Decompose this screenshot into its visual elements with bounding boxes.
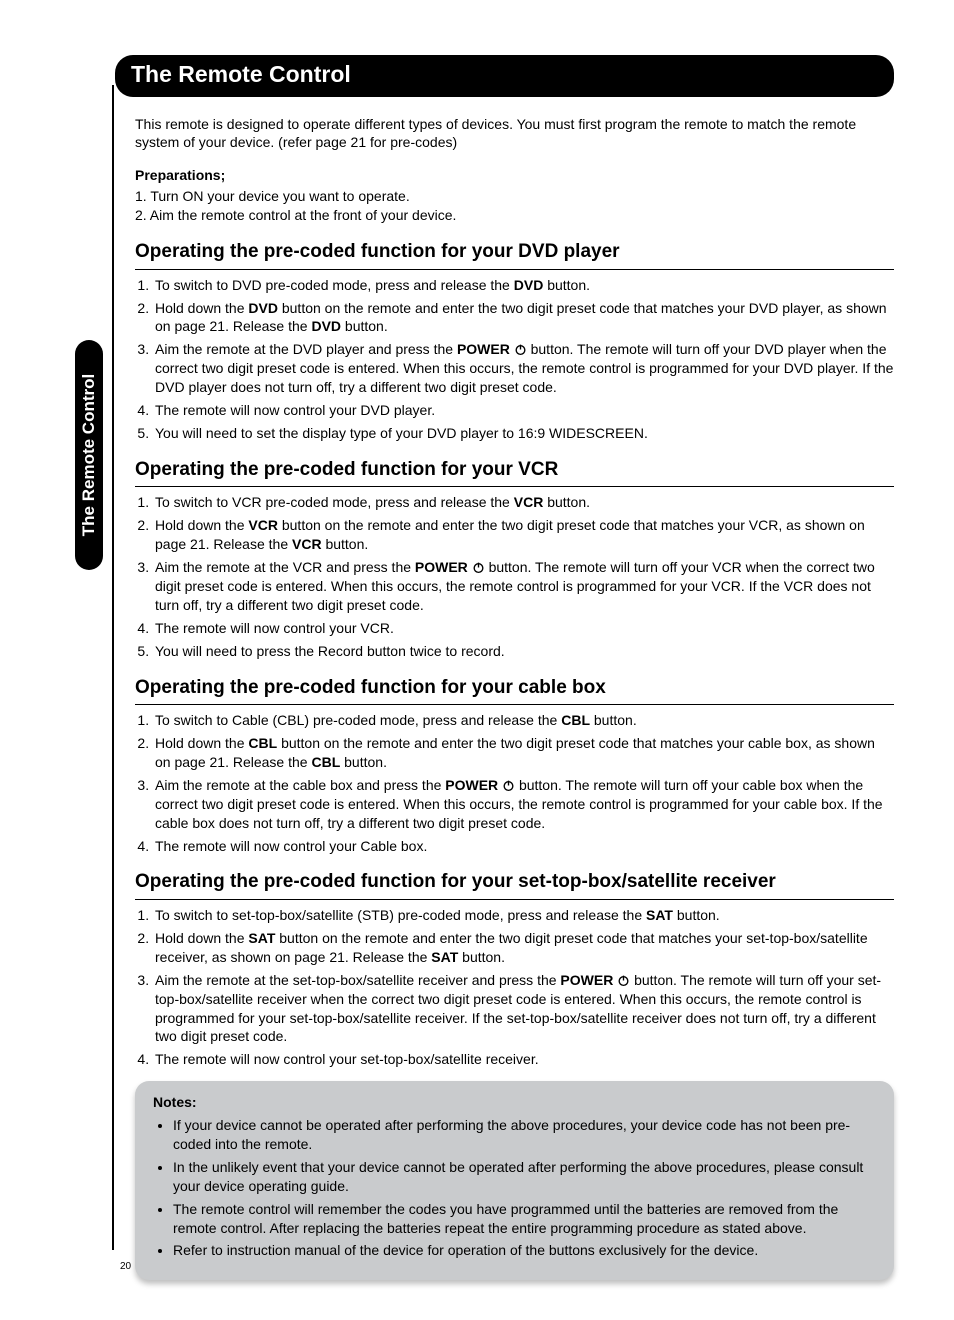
note-item: If your device cannot be operated after … [173,1116,876,1154]
note-item: Refer to instruction manual of the devic… [173,1241,876,1260]
dvd-steps: To switch to DVD pre-coded mode, press a… [135,276,894,443]
note-item: The remote control will remember the cod… [173,1200,876,1238]
step: To switch to Cable (CBL) pre-coded mode,… [153,711,894,730]
step: You will need to set the display type of… [153,424,894,443]
step: The remote will now control your Cable b… [153,837,894,856]
sat-steps: To switch to set-top-box/satellite (STB)… [135,906,894,1069]
step: Hold down the VCR button on the remote a… [153,516,894,554]
power-icon [617,974,630,987]
side-tab-label: The Remote Control [79,374,99,536]
power-icon [502,779,515,792]
step: To switch to VCR pre-coded mode, press a… [153,493,894,512]
step: Hold down the SAT button on the remote a… [153,929,894,967]
step: The remote will now control your set-top… [153,1050,894,1069]
manual-page: The Remote Control The Remote Control Th… [0,0,954,1320]
step: To switch to set-top-box/satellite (STB)… [153,906,894,925]
content-area: This remote is designed to operate diffe… [135,115,894,1281]
step: Aim the remote at the set-top-box/satell… [153,971,894,1047]
preparations-heading: Preparations; [135,166,894,185]
power-icon [514,343,527,356]
prep-item: 2. Aim the remote control at the front o… [135,206,894,225]
dvd-heading: Operating the pre-coded function for you… [135,239,894,270]
vcr-heading: Operating the pre-coded function for you… [135,457,894,488]
step: Aim the remote at the VCR and press the … [153,558,894,615]
prep-item: 1. Turn ON your device you want to opera… [135,187,894,206]
side-tab: The Remote Control [75,340,103,570]
step: The remote will now control your DVD pla… [153,401,894,420]
vertical-rule [112,85,114,1250]
step: The remote will now control your VCR. [153,619,894,638]
step: You will need to press the Record button… [153,642,894,661]
step: Hold down the CBL button on the remote a… [153,734,894,772]
section-title-bar: The Remote Control [115,55,894,97]
notes-list: If your device cannot be operated after … [153,1116,876,1260]
step: Hold down the DVD button on the remote a… [153,299,894,337]
step: To switch to DVD pre-coded mode, press a… [153,276,894,295]
power-icon [472,561,485,574]
notes-heading: Notes: [153,1093,876,1112]
note-item: In the unlikely event that your device c… [173,1158,876,1196]
intro-text: This remote is designed to operate diffe… [135,115,894,153]
step: Aim the remote at the cable box and pres… [153,776,894,833]
step: Aim the remote at the DVD player and pre… [153,340,894,397]
preparations-list: 1. Turn ON your device you want to opera… [135,187,894,225]
notes-box: Notes: If your device cannot be operated… [135,1081,894,1280]
sat-heading: Operating the pre-coded function for you… [135,869,894,900]
cbl-steps: To switch to Cable (CBL) pre-coded mode,… [135,711,894,855]
page-number: 20 [120,1261,131,1272]
vcr-steps: To switch to VCR pre-coded mode, press a… [135,493,894,660]
cbl-heading: Operating the pre-coded function for you… [135,675,894,706]
